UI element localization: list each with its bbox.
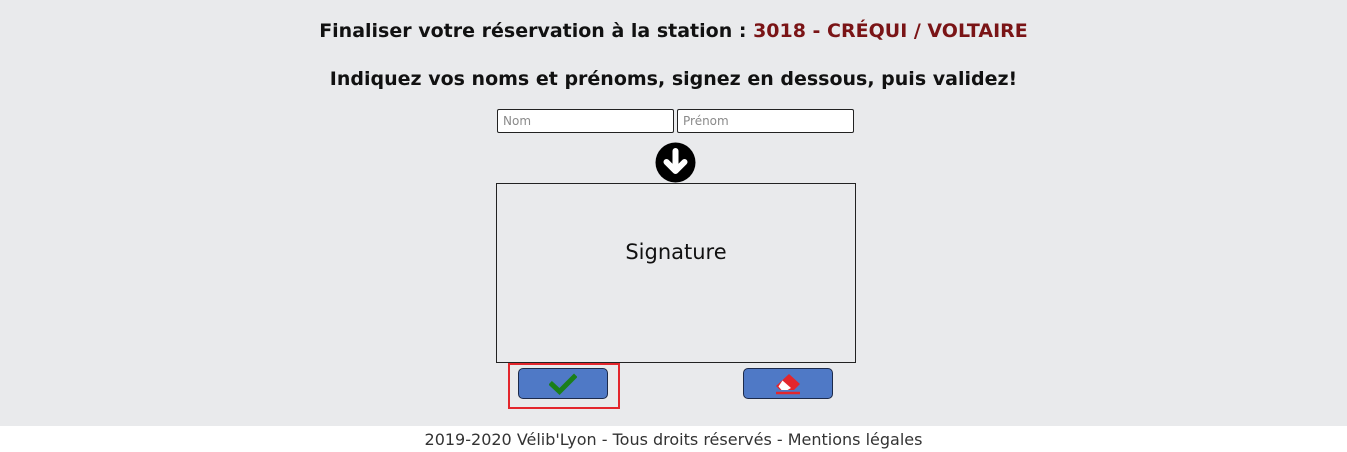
validate-button[interactable] bbox=[518, 368, 608, 399]
footer-text: 2019-2020 Vélib'Lyon - Tous droits réser… bbox=[424, 430, 923, 449]
clear-signature-button[interactable] bbox=[743, 368, 833, 399]
reservation-title: Finaliser votre réservation à la station… bbox=[0, 20, 1347, 42]
title-prefix: Finaliser votre réservation à la station… bbox=[319, 20, 747, 42]
arrow-circle-down-icon bbox=[655, 142, 696, 183]
instruction-text: Indiquez vos noms et prénoms, signez en … bbox=[329, 68, 1018, 90]
signature-canvas[interactable]: Signature bbox=[496, 183, 856, 363]
nom-input[interactable] bbox=[497, 109, 674, 133]
check-icon bbox=[549, 372, 577, 395]
eraser-icon bbox=[776, 373, 800, 394]
prenom-input[interactable] bbox=[677, 109, 854, 133]
reservation-panel: Finaliser votre réservation à la station… bbox=[0, 0, 1347, 426]
station-name: 3018 - CRÉQUI / VOLTAIRE bbox=[753, 20, 1028, 42]
signature-label: Signature bbox=[625, 240, 727, 264]
